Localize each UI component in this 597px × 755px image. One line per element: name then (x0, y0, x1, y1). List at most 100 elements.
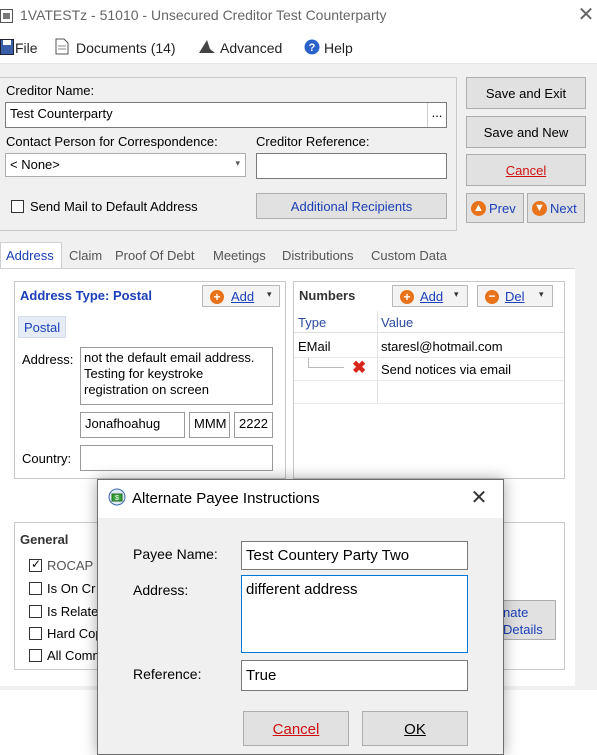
dialog-ok-button[interactable]: OK (362, 711, 468, 746)
alternate-details-line1: nate (503, 605, 529, 620)
document-icon (55, 38, 69, 55)
send-mail-label: Send Mail to Default Address (30, 199, 198, 214)
numbers-del-label: Del (505, 289, 525, 304)
numbers-row-type[interactable]: EMail (298, 339, 331, 354)
svg-text:$: $ (115, 495, 119, 502)
cancel-button[interactable]: Cancel (466, 154, 586, 186)
menu-file[interactable]: File (15, 40, 38, 56)
address-label: Address: (22, 352, 74, 367)
address-line-1: not the default email address. (84, 350, 255, 365)
close-icon[interactable]: ✕ (576, 4, 596, 26)
contact-person-label: Contact Person for Correspondence: (6, 134, 218, 149)
reference-field[interactable]: True (241, 660, 468, 691)
contact-person-value: < None> (10, 157, 60, 172)
city-field[interactable]: Jonafhoahug (80, 412, 185, 438)
menu-documents[interactable]: Documents (14) (76, 40, 176, 56)
payee-name-value: Test Countery Party Two (246, 547, 410, 564)
reference-value: True (246, 667, 277, 684)
tab-claim[interactable]: Claim (69, 248, 102, 263)
general-item-2: Is On Cr (47, 581, 96, 596)
postcode-value: 2222 (239, 416, 268, 431)
save-and-new-label: Save and New (483, 125, 569, 140)
app-icon (0, 9, 13, 23)
send-mail-checkbox[interactable] (11, 200, 24, 213)
address-type-postal[interactable]: Postal (18, 316, 66, 338)
add-icon: + (210, 290, 224, 304)
postal-label: Postal (24, 320, 61, 335)
state-field[interactable]: MMM (189, 412, 230, 438)
additional-recipients-button[interactable]: Additional Recipients (256, 193, 447, 219)
creditor-reference-label: Creditor Reference: (256, 134, 370, 149)
address-type-title: Address Type: Postal (20, 288, 152, 303)
creditor-name-label: Creditor Name: (6, 83, 95, 98)
dialog-title: Alternate Payee Instructions (132, 490, 320, 507)
chevron-down-icon: ▾ (539, 289, 544, 299)
remove-icon: − (485, 290, 499, 304)
save-and-exit-label: Save and Exit (485, 86, 567, 101)
numbers-del-button[interactable]: − Del ▾ (477, 285, 553, 307)
general-item-5: All Comm (47, 648, 104, 663)
tab-custom-data[interactable]: Custom Data (371, 248, 447, 263)
menu-bar: File Documents (14) Advanced ? Help (0, 32, 597, 64)
tab-distributions[interactable]: Distributions (282, 248, 354, 263)
red-x-icon[interactable]: ✖ (352, 359, 366, 376)
col-header-value: Value (381, 315, 414, 330)
tab-address[interactable]: Address (6, 248, 54, 263)
is-related-checkbox[interactable] (29, 605, 42, 618)
dialog-address-field[interactable]: different address (241, 575, 468, 653)
postcode-field[interactable]: 2222 (234, 412, 273, 438)
svg-text:?: ? (309, 42, 316, 54)
address-line-2: Testing for keystroke (84, 366, 204, 381)
tab-meetings[interactable]: Meetings (213, 248, 266, 263)
address-add-label: Add (231, 289, 255, 304)
grid-line (294, 403, 564, 404)
dialog-address-label: Address: (133, 582, 189, 598)
payee-name-label: Payee Name: (133, 546, 218, 562)
contact-person-dropdown[interactable]: < None> ▾ (5, 153, 246, 177)
hard-copy-checkbox[interactable] (29, 627, 42, 640)
creditor-name-value: Test Counterparty (10, 106, 113, 121)
chevron-down-icon: ▾ (454, 289, 459, 299)
numbers-title: Numbers (299, 288, 356, 303)
tree-line (308, 367, 344, 368)
alternate-payee-dialog: $ Alternate Payee Instructions ✕ Payee N… (97, 479, 504, 755)
dialog-close-icon[interactable]: ✕ (464, 484, 494, 512)
address-add-button[interactable]: + Add ▾ (202, 285, 280, 307)
add-icon: + (400, 290, 414, 304)
prev-label: Prev (489, 201, 516, 216)
general-item-3: Is Relate (47, 604, 99, 619)
chevron-down-icon: ▾ (235, 158, 240, 168)
rocap-checkbox[interactable]: ✓ (29, 557, 42, 572)
country-field[interactable] (80, 445, 273, 471)
menu-advanced[interactable]: Advanced (220, 40, 282, 56)
grid-line (294, 357, 564, 358)
payee-name-field[interactable]: Test Countery Party Two (241, 541, 468, 570)
address-lines-field[interactable]: not the default email address. Testing f… (80, 347, 273, 405)
ellipsis-button[interactable]: ... (427, 103, 446, 127)
country-label: Country: (22, 451, 72, 466)
is-on-cr-checkbox[interactable] (29, 582, 42, 595)
state-value: MMM (194, 416, 227, 431)
grid-line (294, 380, 564, 381)
next-button[interactable]: ▼ Next (527, 193, 585, 223)
prev-button[interactable]: ▲ Prev (466, 193, 524, 223)
checkmark-icon: ✓ (31, 557, 42, 571)
tab-proof-of-debt[interactable]: Proof Of Debt (115, 248, 194, 263)
all-comm-checkbox[interactable] (29, 649, 42, 662)
wizard-hat-icon (199, 40, 215, 53)
creditor-reference-field[interactable] (256, 153, 447, 179)
address-line-3: registration on screen (84, 382, 210, 397)
general-item-4: Hard Cop (47, 626, 103, 641)
next-label: Next (550, 201, 577, 216)
menu-help[interactable]: Help (324, 40, 353, 56)
window-title: 1VATESTz - 51010 - Unsecured Creditor Te… (20, 7, 387, 23)
dialog-cancel-button[interactable]: Cancel (243, 711, 349, 746)
title-bar: 1VATESTz - 51010 - Unsecured Creditor Te… (0, 0, 597, 32)
numbers-row-value[interactable]: staresl@hotmail.com (381, 339, 503, 354)
save-and-new-button[interactable]: Save and New (466, 116, 586, 148)
creditor-name-field[interactable]: Test Counterparty (5, 102, 447, 128)
arrow-up-icon: ▲ (471, 201, 486, 216)
numbers-add-button[interactable]: + Add ▾ (392, 285, 468, 307)
save-and-exit-button[interactable]: Save and Exit (466, 77, 586, 109)
cancel-label: Cancel (505, 163, 547, 178)
